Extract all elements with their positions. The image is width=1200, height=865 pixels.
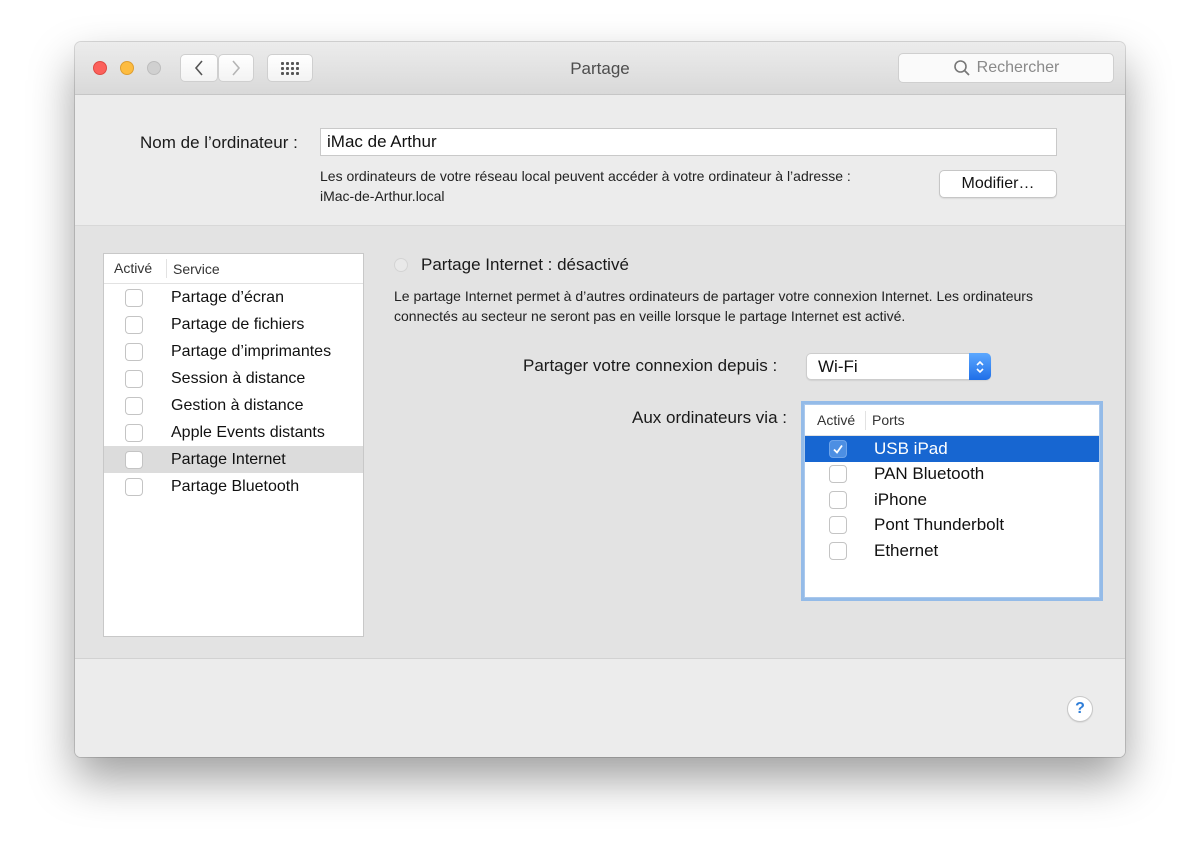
enabled-checkbox[interactable] xyxy=(125,477,143,496)
services-table[interactable]: Activé Service Partage d’écran Partage de… xyxy=(103,253,364,637)
enabled-checkbox[interactable] xyxy=(125,369,143,388)
computer-name-label: Nom de l’ordinateur : xyxy=(140,133,298,152)
enabled-checkbox[interactable] xyxy=(829,465,847,484)
enabled-checkbox[interactable] xyxy=(125,450,143,469)
port-row[interactable]: USB iPad xyxy=(805,436,1099,462)
port-row-label: iPhone xyxy=(874,489,927,509)
enabled-checkbox[interactable] xyxy=(125,423,143,442)
service-row-label: Session à distance xyxy=(171,369,306,387)
port-row-label: Pont Thunderbolt xyxy=(874,515,1005,535)
services-section: Activé Service Partage d’écran Partage de… xyxy=(75,226,1125,659)
service-row[interactable]: Session à distance xyxy=(104,365,363,392)
enabled-checkbox[interactable] xyxy=(829,516,847,535)
service-row[interactable]: Gestion à distance xyxy=(104,392,363,419)
ports-table[interactable]: Activé Ports USB iPad PAN Bluetooth iPhone… xyxy=(804,404,1100,598)
checkmark-icon xyxy=(833,444,843,454)
enabled-checkbox[interactable] xyxy=(125,315,143,334)
service-row[interactable]: Partage Bluetooth xyxy=(104,473,363,500)
search-icon xyxy=(953,60,970,76)
share-from-value: Wi-Fi xyxy=(818,356,858,376)
share-from-label: Partager votre connexion depuis : xyxy=(523,356,778,375)
column-header-enabled[interactable]: Activé xyxy=(805,410,866,430)
computer-name-input[interactable]: iMac de Arthur xyxy=(320,128,1057,156)
service-row[interactable]: Apple Events distants xyxy=(104,419,363,446)
service-description: Le partage Internet permet à d’autres or… xyxy=(394,288,1033,324)
local-address: iMac-de-Arthur.local xyxy=(320,188,445,204)
port-row[interactable]: Pont Thunderbolt xyxy=(805,513,1099,539)
modify-button[interactable]: Modifier… xyxy=(939,170,1057,198)
column-header-enabled[interactable]: Activé xyxy=(104,259,167,278)
service-row-label: Partage d’écran xyxy=(171,288,284,306)
share-from-popup[interactable]: Wi-Fi xyxy=(806,353,991,380)
column-header-ports[interactable]: Ports xyxy=(866,412,905,428)
bottom-bar xyxy=(75,659,1125,757)
ports-table-header: Activé Ports xyxy=(805,405,1099,436)
enabled-checkbox[interactable] xyxy=(829,541,847,560)
search-placeholder: Rechercher xyxy=(976,59,1060,76)
port-row[interactable]: iPhone xyxy=(805,487,1099,513)
enabled-checkbox[interactable] xyxy=(125,342,143,361)
service-row[interactable]: Partage d’imprimantes xyxy=(104,338,363,365)
service-row-label: Gestion à distance xyxy=(171,396,304,414)
title-bar: Partage Rechercher xyxy=(75,42,1125,95)
popup-arrows-icon xyxy=(969,353,991,380)
port-row[interactable]: PAN Bluetooth xyxy=(805,462,1099,488)
service-row[interactable]: Partage de fichiers xyxy=(104,311,363,338)
address-description: Les ordinateurs de votre réseau local pe… xyxy=(320,168,851,184)
preferences-window: Partage Rechercher Nom de l’ordinateur :… xyxy=(75,42,1125,757)
port-row[interactable]: Ethernet xyxy=(805,538,1099,564)
status-indicator-icon xyxy=(394,258,408,272)
enabled-checkbox[interactable] xyxy=(125,396,143,415)
port-row-label: Ethernet xyxy=(874,540,939,560)
to-computers-via-label: Aux ordinateurs via : xyxy=(632,408,787,427)
service-row-label: Partage Internet xyxy=(171,450,286,468)
column-header-service[interactable]: Service xyxy=(167,261,220,277)
search-field[interactable]: Rechercher xyxy=(898,53,1114,83)
enabled-checkbox[interactable] xyxy=(125,288,143,307)
help-button[interactable]: ? xyxy=(1067,696,1093,722)
enabled-checkbox[interactable] xyxy=(829,439,847,458)
service-row-label: Apple Events distants xyxy=(171,423,325,441)
service-row-label: Partage Bluetooth xyxy=(171,477,300,495)
service-row[interactable]: Partage Internet xyxy=(104,446,363,473)
service-row[interactable]: Partage d’écran xyxy=(104,284,363,311)
service-status-title: Partage Internet : désactivé xyxy=(421,255,629,274)
service-row-label: Partage de fichiers xyxy=(171,315,305,333)
computer-name-section: Nom de l’ordinateur : iMac de Arthur Les… xyxy=(75,95,1125,226)
enabled-checkbox[interactable] xyxy=(829,490,847,509)
services-table-header: Activé Service xyxy=(104,254,363,284)
service-row-label: Partage d’imprimantes xyxy=(171,342,332,360)
address-info: Les ordinateurs de votre réseau local pe… xyxy=(320,166,851,206)
port-row-label: USB iPad xyxy=(874,438,948,458)
port-row-label: PAN Bluetooth xyxy=(874,464,985,484)
help-icon: ? xyxy=(1075,700,1085,717)
